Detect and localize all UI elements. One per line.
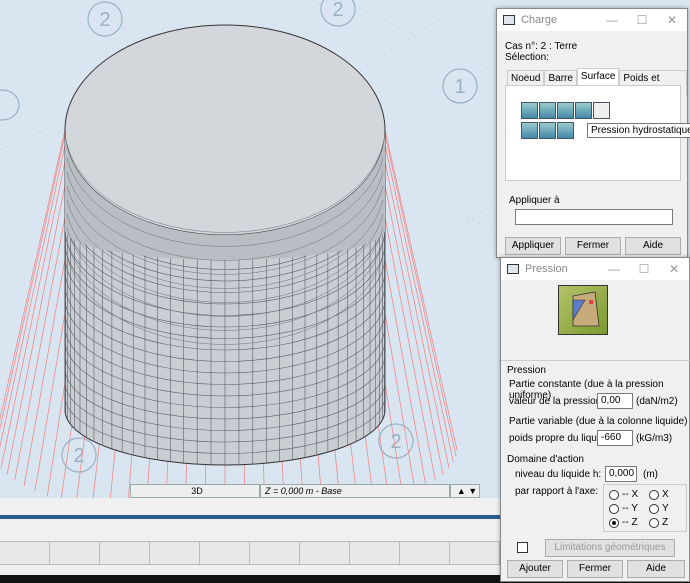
liquid-level-label: niveau du liquide h: bbox=[515, 469, 602, 480]
uniform-load-icon[interactable] bbox=[521, 102, 538, 119]
view-mode[interactable]: 3D bbox=[130, 484, 260, 498]
pressure-value-input[interactable]: 0,00 bbox=[597, 393, 633, 409]
level-display[interactable]: Z = 0,000 m - Base bbox=[260, 484, 450, 498]
linear-load-icon[interactable] bbox=[539, 102, 556, 119]
thermal-icon[interactable] bbox=[593, 102, 610, 119]
liquid-weight-unit: (kG/m3) bbox=[636, 433, 673, 444]
maximize-icon[interactable]: ☐ bbox=[627, 13, 657, 27]
point-load-icon[interactable] bbox=[539, 122, 556, 139]
help-button[interactable]: Aide bbox=[625, 237, 681, 255]
axis-label: par rapport à l'axe: bbox=[515, 486, 599, 497]
domain-label: Domaine d'action bbox=[507, 454, 584, 465]
radio-z[interactable]: Z bbox=[649, 517, 668, 528]
level-stepper[interactable]: ▲ ▼ bbox=[450, 484, 480, 498]
radio-minus-y[interactable]: -- Y bbox=[609, 503, 638, 514]
planar-load-icon[interactable] bbox=[557, 102, 574, 119]
axis-label: 2 bbox=[99, 9, 110, 31]
limitations-checkbox[interactable] bbox=[517, 542, 528, 553]
pression-dialog: Pression — ☐ ✕ Pression Partie constante… bbox=[500, 257, 690, 582]
minimize-icon[interactable]: — bbox=[599, 262, 629, 276]
apply-to-input[interactable] bbox=[515, 209, 673, 225]
axis-label: 2 bbox=[390, 431, 401, 453]
hydrostatic-pressure-icon bbox=[558, 285, 608, 335]
apply-label: Appliquer à bbox=[509, 195, 560, 206]
pression-titlebar[interactable]: Pression — ☐ ✕ bbox=[501, 258, 689, 280]
radio-x[interactable]: X bbox=[649, 489, 669, 500]
close-icon[interactable]: ✕ bbox=[657, 13, 687, 27]
pressure-value-label: valeur de la pression bbox=[509, 396, 602, 407]
axis-label: 2 bbox=[332, 0, 343, 21]
separator bbox=[501, 360, 690, 361]
variable-part-label: Partie variable (due à la colonne liquid… bbox=[509, 416, 688, 427]
close-button[interactable]: Fermer bbox=[567, 560, 623, 578]
charge-dialog: Charge — ☐ ✕ Cas n°: 2 : Terre Sélection… bbox=[496, 8, 690, 258]
hydrostatic-icon[interactable] bbox=[575, 102, 592, 119]
edge-load-icon[interactable] bbox=[557, 122, 574, 139]
close-button[interactable]: Fermer bbox=[565, 237, 621, 255]
minimize-icon[interactable]: — bbox=[597, 13, 627, 27]
close-icon[interactable]: ✕ bbox=[659, 262, 689, 276]
bottom-grid bbox=[0, 541, 500, 565]
help-button[interactable]: Aide bbox=[627, 560, 685, 578]
liquid-level-input[interactable]: 0,000 bbox=[605, 466, 637, 482]
viewport-status-bar: 3D Z = 0,000 m - Base ▲ ▼ bbox=[0, 484, 500, 498]
charge-titlebar[interactable]: Charge — ☐ ✕ bbox=[497, 9, 687, 31]
selection-label: Sélection: bbox=[505, 52, 549, 63]
pression-title: Pression bbox=[525, 263, 568, 275]
case-label: Cas n°: 2 : Terre bbox=[505, 41, 578, 52]
radio-minus-z[interactable]: -- Z bbox=[609, 517, 638, 528]
liquid-level-unit: (m) bbox=[643, 469, 658, 480]
apply-button[interactable]: Appliquer bbox=[505, 237, 561, 255]
app-icon bbox=[503, 15, 515, 25]
charge-title: Charge bbox=[521, 14, 558, 26]
pression-section-label: Pression bbox=[507, 365, 546, 376]
axis-label: 1 bbox=[454, 76, 465, 98]
tooltip: Pression hydrostatique bbox=[587, 123, 690, 138]
add-button[interactable]: Ajouter bbox=[507, 560, 563, 578]
radio-minus-x[interactable]: -- X bbox=[609, 489, 638, 500]
maximize-icon[interactable]: ☐ bbox=[629, 262, 659, 276]
app-icon bbox=[507, 264, 519, 274]
pressure-unit: (daN/m2) bbox=[636, 396, 678, 407]
surface-panel: Pression hydrostatique bbox=[505, 85, 690, 181]
contour-load-icon[interactable] bbox=[521, 122, 538, 139]
radio-y[interactable]: Y bbox=[649, 503, 669, 514]
limitations-button[interactable]: Limitations géométriques bbox=[545, 539, 675, 557]
scrollbar[interactable] bbox=[0, 515, 500, 519]
liquid-weight-input[interactable]: -660 bbox=[597, 430, 633, 446]
